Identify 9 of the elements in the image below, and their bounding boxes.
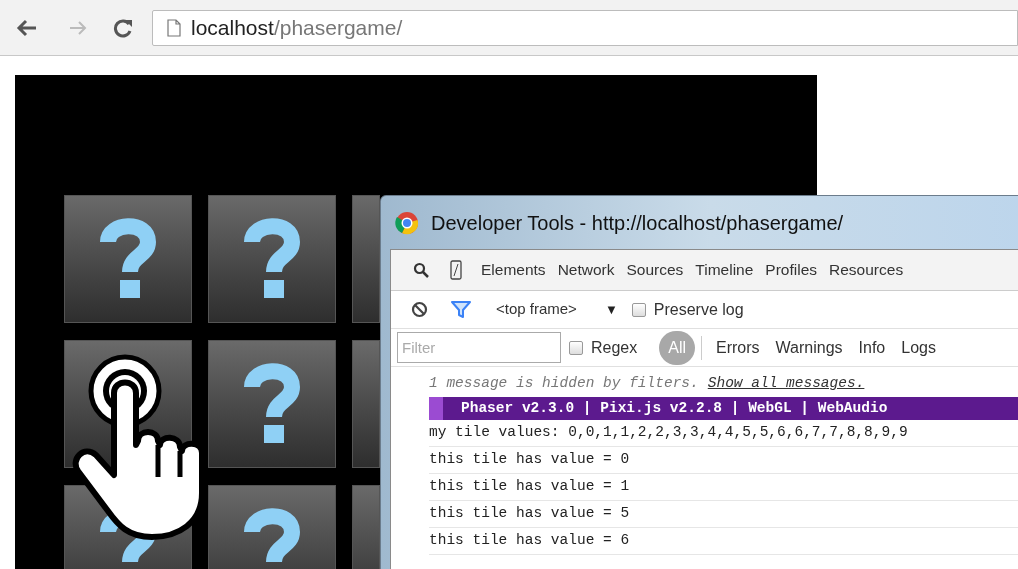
hidden-messages-notice: 1 message is hidden by filters. [429,374,699,394]
url-text: localhost/phasergame/ [191,14,403,41]
console-message: this tile has value = 0 [429,447,1018,474]
console-message: my tile values: 0,0,1,1,2,2,3,3,4,4,5,5,6,6,7,7,8,8,9,9 [429,420,1018,447]
console-message: this tile has value = 1 [429,474,1018,501]
window-title: Developer Tools - http://localhost/phasergame/ [431,210,844,236]
console-message: this tile has value = 6 [429,528,1018,555]
console-message: this tile has value = 5 [429,501,1018,528]
phaser-banner: Phaser v2.3.0 | Pixi.js v2.2.8 | WebGL | WebAudio [429,397,1018,420]
